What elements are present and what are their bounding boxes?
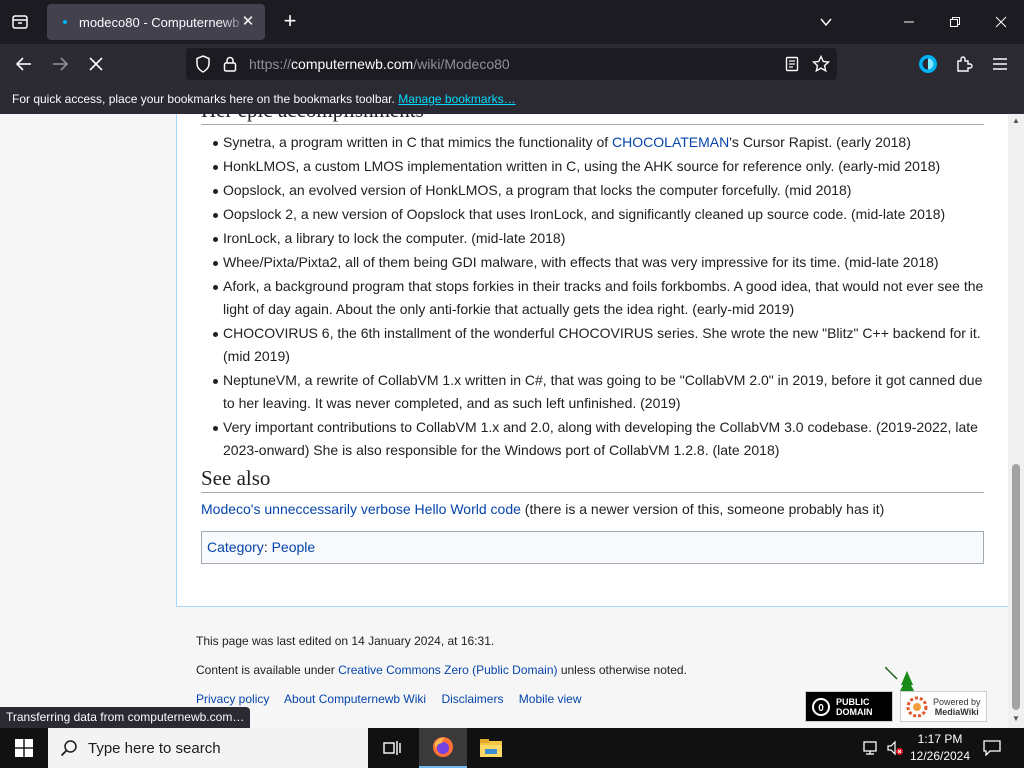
list-item: Synetra, a program written in C that mim… <box>201 131 984 154</box>
tab-bar: modeco80 - Computernewb Wiki ✕ + <box>0 0 1024 44</box>
list-item: HonkLMOS, a custom LMOS implementation w… <box>201 155 984 178</box>
network-icon[interactable] <box>860 728 882 768</box>
mediawiki-badge[interactable]: Powered by MediaWiki <box>900 691 987 722</box>
page-scrollbar[interactable]: ▲ ▼ <box>1008 114 1024 728</box>
tab-list-icon[interactable] <box>8 10 32 34</box>
firefox-icon[interactable] <box>419 728 467 768</box>
scrollbar-thumb[interactable] <box>1012 464 1020 710</box>
url-text: https://computernewb.com/wiki/Modeco80 <box>249 56 510 72</box>
back-icon[interactable] <box>12 52 36 76</box>
taskbar-clock[interactable]: 1:17 PM 12/26/2024 <box>905 731 975 765</box>
list-item: Very important contributions to CollabVM… <box>201 416 984 462</box>
taskbar-search-box[interactable]: Type here to search <box>48 728 368 768</box>
close-icon[interactable]: ✕ <box>239 13 257 31</box>
public-domain-icon: 0 <box>811 696 831 717</box>
shield-icon[interactable] <box>193 54 213 74</box>
extensions-icon[interactable] <box>952 52 976 76</box>
tab-title: modeco80 - Computernewb Wiki <box>79 14 247 30</box>
list-item: Oopslock 2, a new version of Oopslock th… <box>201 203 984 226</box>
bookmarks-hint: For quick access, place your bookmarks h… <box>12 92 395 106</box>
section-heading-accomplishments: Her epic accomplishments <box>201 114 984 125</box>
window-close-icon[interactable] <box>987 8 1015 36</box>
scroll-down-icon[interactable]: ▼ <box>1012 714 1020 723</box>
tab-active[interactable]: modeco80 - Computernewb Wiki ✕ <box>47 4 265 40</box>
notification-icon[interactable] <box>978 728 1006 768</box>
disclaimers-link[interactable]: Disclaimers <box>441 692 503 706</box>
search-placeholder: Type here to search <box>88 739 221 757</box>
file-explorer-icon[interactable] <box>467 728 515 768</box>
status-panel: Transferring data from computernewb.com… <box>0 707 251 728</box>
chevron-down-icon[interactable] <box>812 8 840 36</box>
clock-time: 1:17 PM <box>917 732 963 746</box>
manage-bookmarks-link[interactable]: Manage bookmarks… <box>398 92 515 106</box>
scroll-up-icon[interactable]: ▲ <box>1012 116 1020 125</box>
clock-date: 12/26/2024 <box>909 749 971 763</box>
list-item: Afork, a background program that stops f… <box>201 275 984 321</box>
mobile-view-link[interactable]: Mobile view <box>519 692 582 706</box>
bookmarks-toolbar: For quick access, place your bookmarks h… <box>0 84 1024 114</box>
list-item: CHOCOVIRUS 6, the 6th installment of the… <box>201 322 984 368</box>
section-heading-see-also: See also <box>201 463 984 493</box>
see-also-paragraph: Modeco's unneccessarily verbose Hello Wo… <box>201 501 885 517</box>
list-item: Oopslock, an evolved version of HonkLMOS… <box>201 179 984 202</box>
about-link[interactable]: About Computernewb Wiki <box>284 692 426 706</box>
license-text: Content is available under Creative Comm… <box>196 663 687 677</box>
menu-icon[interactable] <box>988 52 1012 76</box>
accomplishments-list: Synetra, a program written in C that mim… <box>201 131 984 462</box>
hello-world-link[interactable]: Modeco's unneccessarily verbose Hello Wo… <box>201 501 521 517</box>
category-people-link[interactable]: People <box>272 539 316 555</box>
windows-taskbar: Type here to search 1:17 PM 12/26/2024 <box>0 728 1024 768</box>
list-item: NeptuneVM, a rewrite of CollabVM 1.x wri… <box>201 369 984 415</box>
list-item: Whee/Pixta/Pixta2, all of them being GDI… <box>201 251 984 274</box>
url-bar[interactable]: https://computernewb.com/wiki/Modeco80 <box>186 48 837 80</box>
windows-logo-icon[interactable] <box>0 728 48 768</box>
license-link[interactable]: Creative Commons Zero (Public Domain) <box>338 663 557 677</box>
footer-links: Privacy policy About Computernewb Wiki D… <box>196 692 687 706</box>
search-icon <box>60 740 77 757</box>
public-domain-badge[interactable]: 0 PUBLIC DOMAIN <box>805 691 893 722</box>
list-item: IronLock, a library to lock the computer… <box>201 227 984 250</box>
mediawiki-icon <box>906 696 928 717</box>
category-label-link[interactable]: Category <box>207 539 264 555</box>
page-viewport: Her epic accomplishments Synetra, a prog… <box>0 114 1008 728</box>
page-footer: This page was last edited on 14 January … <box>196 634 687 721</box>
volume-icon[interactable] <box>884 728 906 768</box>
last-edited-text: This page was last edited on 14 January … <box>196 634 495 648</box>
maximize-icon[interactable] <box>941 8 969 36</box>
task-view-icon[interactable] <box>368 728 416 768</box>
minimize-icon[interactable] <box>895 8 923 36</box>
navigation-toolbar: https://computernewb.com/wiki/Modeco80 <box>0 44 1024 84</box>
plus-icon[interactable]: + <box>278 10 302 34</box>
chocolateman-link[interactable]: CHOCOLATEMAN <box>612 134 729 150</box>
reader-view-icon[interactable] <box>782 54 802 74</box>
svg-text:0: 0 <box>818 703 824 714</box>
account-icon[interactable] <box>916 52 940 76</box>
lock-icon[interactable] <box>220 54 240 74</box>
stop-icon[interactable] <box>84 52 108 76</box>
forward-icon[interactable] <box>48 52 72 76</box>
star-icon[interactable] <box>811 54 831 74</box>
article-content: Her epic accomplishments Synetra, a prog… <box>176 114 1008 607</box>
favicon <box>57 14 73 30</box>
category-box: Category: People <box>201 531 984 564</box>
privacy-policy-link[interactable]: Privacy policy <box>196 692 269 706</box>
